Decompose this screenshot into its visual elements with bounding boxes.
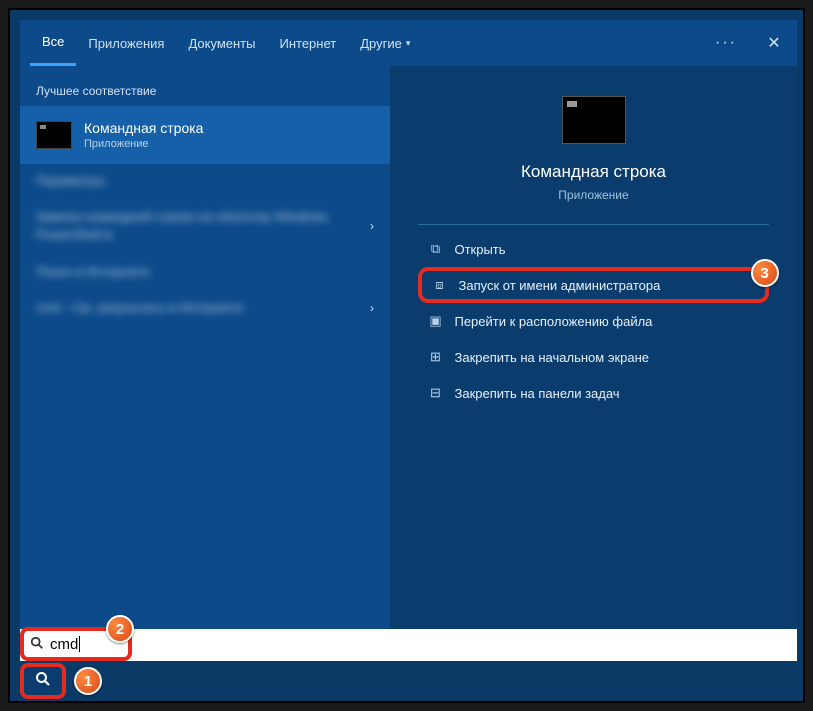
tab-more[interactable]: Другие ▾ xyxy=(348,20,422,66)
results-column: Лучшее соответствие Командная строка При… xyxy=(20,66,390,640)
close-button[interactable]: ✕ xyxy=(759,33,789,53)
folder-icon: ▣ xyxy=(424,313,446,329)
action-label: Перейти к расположению файла xyxy=(454,314,652,329)
step-badge-1: 1 xyxy=(74,667,102,695)
action-label: Запуск от имени администратора xyxy=(458,278,660,293)
result-title: Командная строка xyxy=(84,120,203,136)
tab-documents[interactable]: Документы xyxy=(176,20,267,66)
search-icon xyxy=(35,671,51,691)
tab-all[interactable]: Все xyxy=(30,20,76,66)
text-cursor xyxy=(79,636,80,652)
preview-title: Командная строка xyxy=(521,162,666,182)
result-subtitle: Приложение xyxy=(84,138,203,150)
action-pin-taskbar[interactable]: ⊟ Закрепить на панели задач xyxy=(418,375,768,411)
settings-header: Параметры xyxy=(20,164,390,198)
step-badge-2: 2 xyxy=(106,615,134,643)
action-pin-start[interactable]: ⊞ Закрепить на начальном экране xyxy=(418,339,768,375)
search-icon xyxy=(30,636,44,653)
cmd-icon xyxy=(36,121,72,149)
web-header: Поиск в Интернете xyxy=(20,255,390,289)
preview-subtitle: Приложение xyxy=(558,188,628,202)
taskbar-search-button[interactable]: 1 xyxy=(20,663,66,699)
web-result[interactable]: cmd - См. результаты в Интернете › xyxy=(20,289,390,327)
web-result-text: cmd - См. результаты в Интернете xyxy=(36,299,243,317)
settings-result-text: Замена командной строки на оболочку Wind… xyxy=(36,208,370,244)
chevron-right-icon: › xyxy=(370,301,374,315)
action-label: Открыть xyxy=(454,242,505,257)
step-badge-3: 3 xyxy=(751,259,779,287)
search-panel: Все Приложения Документы Интернет Другие… xyxy=(20,20,797,640)
tab-more-label: Другие xyxy=(360,36,402,51)
action-label: Закрепить на начальном экране xyxy=(454,350,649,365)
more-options-button[interactable]: ··· xyxy=(715,34,737,52)
preview-app-icon xyxy=(562,96,626,144)
preview-pane: Командная строка Приложение ⧉ Открыть ⧈ … xyxy=(390,66,797,640)
tab-internet[interactable]: Интернет xyxy=(267,20,348,66)
pin-taskbar-icon: ⊟ xyxy=(424,385,446,401)
content-area: Лучшее соответствие Командная строка При… xyxy=(20,66,797,640)
best-match-result[interactable]: Командная строка Приложение xyxy=(20,106,390,164)
divider xyxy=(418,224,768,225)
open-icon: ⧉ xyxy=(424,241,446,257)
search-bar[interactable]: cmd xyxy=(20,629,797,661)
settings-result[interactable]: Замена командной строки на оболочку Wind… xyxy=(20,198,390,254)
action-open-location[interactable]: ▣ Перейти к расположению файла xyxy=(418,303,768,339)
chevron-right-icon: › xyxy=(370,219,374,233)
filter-tabs: Все Приложения Документы Интернет Другие… xyxy=(20,20,797,66)
chevron-down-icon: ▾ xyxy=(406,38,411,49)
window-frame: Все Приложения Документы Интернет Другие… xyxy=(8,8,805,703)
search-query-text: cmd xyxy=(50,636,78,653)
action-list: ⧉ Открыть ⧈ Запуск от имени администрато… xyxy=(418,231,768,411)
action-run-as-admin[interactable]: ⧈ Запуск от имени администратора 3 xyxy=(418,267,768,303)
best-match-header: Лучшее соответствие xyxy=(20,76,390,106)
admin-icon: ⧈ xyxy=(428,277,450,293)
pin-start-icon: ⊞ xyxy=(424,349,446,365)
tab-apps[interactable]: Приложения xyxy=(76,20,176,66)
action-label: Закрепить на панели задач xyxy=(454,386,619,401)
action-open[interactable]: ⧉ Открыть xyxy=(418,231,768,267)
